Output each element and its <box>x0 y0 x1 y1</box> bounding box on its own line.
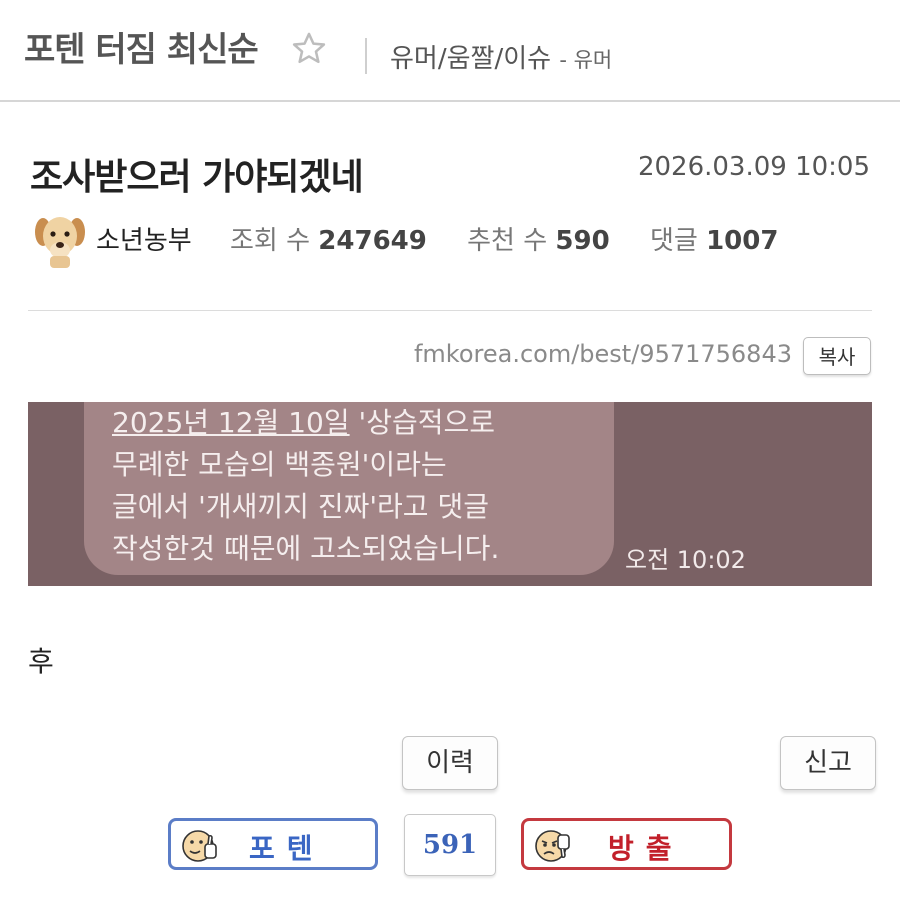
upvote-button[interactable]: 포텐 <box>168 818 378 870</box>
message-line-1-rest: '상습적으로 <box>349 406 496 439</box>
board-title[interactable]: 포텐 터짐 최신순 <box>24 22 259 71</box>
message-line-2: 무례한 모습의 백종원'이라는 <box>112 448 447 481</box>
views-label: 조회 수 <box>230 226 311 256</box>
history-button[interactable]: 이력 <box>402 736 498 790</box>
divider <box>28 310 872 311</box>
message-date: 2025년 12월 10일 <box>112 406 350 439</box>
upvote-label: 포텐 <box>249 832 325 865</box>
board-header: 포텐 터짐 최신순 유머/움짤/이슈 - 유머 <box>0 0 900 102</box>
recommend-label: 추천 수 <box>467 226 548 256</box>
message-line-1: 2025년 12월 10일 '상습적으로 <box>112 402 499 444</box>
post-body: 후 <box>28 645 54 678</box>
author-name[interactable]: 소년농부 <box>96 220 192 257</box>
star-icon[interactable] <box>290 30 328 68</box>
recommend-count: 590 <box>555 226 610 256</box>
comments-label: 댓글 <box>649 226 698 256</box>
thumbs-down-face-icon <box>535 830 570 862</box>
views-count: 247649 <box>318 226 427 256</box>
avatar[interactable] <box>34 210 86 268</box>
message-line-3: 글에서 '개새끼지 진짜'라고 댓글 <box>112 490 489 523</box>
post-title: 조사받으러 가야되겠네 <box>30 157 364 198</box>
post-stats: 조회 수 247649 추천 수 590 댓글 1007 <box>230 220 810 257</box>
header-divider <box>365 38 367 74</box>
thumbs-up-face-icon <box>182 830 217 862</box>
post-image[interactable]: 2025년 12월 10일 '상습적으로 무례한 모습의 백종원'이라는 글에서… <box>28 402 872 586</box>
category-name: 유머/움짤/이슈 <box>390 44 552 74</box>
downvote-label: 방출 <box>608 832 684 865</box>
comments-count[interactable]: 1007 <box>706 226 778 256</box>
category-link[interactable]: 유머/움짤/이슈 - 유머 <box>390 38 612 75</box>
post-date: 2026.03.09 10:05 <box>637 152 870 182</box>
vote-count: 591 <box>404 814 496 876</box>
sub-category: - 유머 <box>559 48 613 72</box>
post-url[interactable]: fmkorea.com/best/9571756843 <box>414 340 792 368</box>
copy-url-button[interactable]: 복사 <box>803 337 871 375</box>
downvote-button[interactable]: 방출 <box>521 818 732 870</box>
message-time: 오전 10:02 <box>625 546 746 574</box>
message-line-4: 작성한것 때문에 고소되었습니다. <box>112 532 500 565</box>
chat-message: 2025년 12월 10일 '상습적으로 무례한 모습의 백종원'이라는 글에서… <box>112 402 499 570</box>
report-button[interactable]: 신고 <box>780 736 876 790</box>
